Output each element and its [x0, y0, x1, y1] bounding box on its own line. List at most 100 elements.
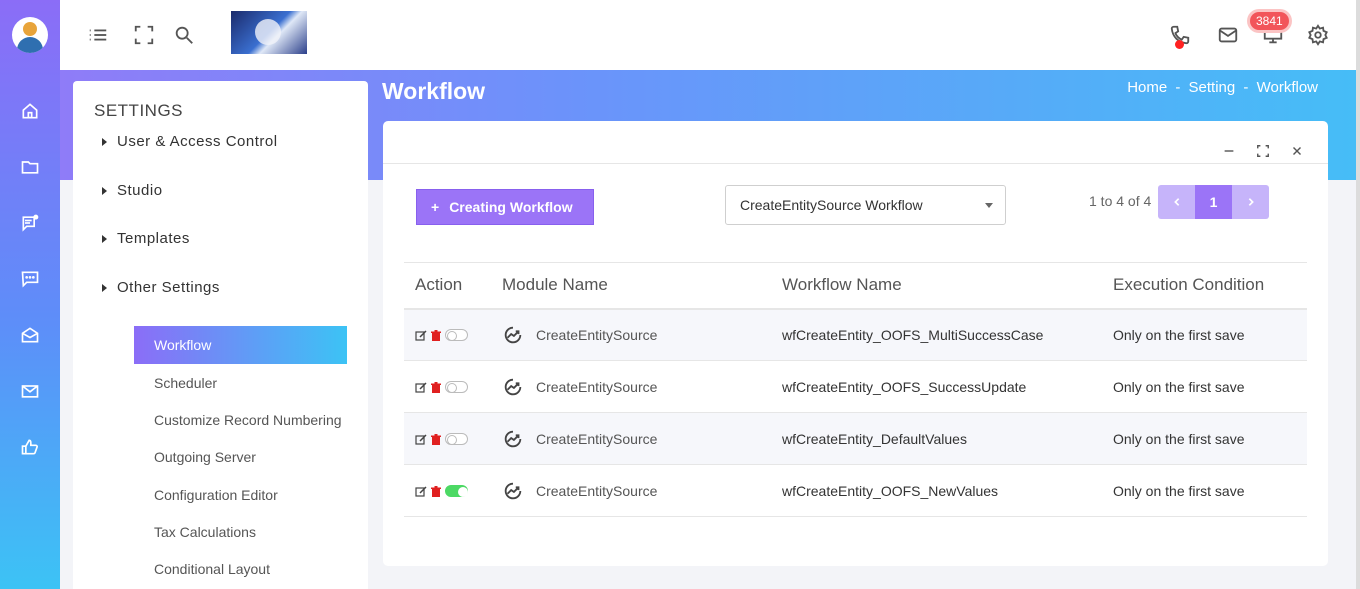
table-row: CreateEntitySource wfCreateEntity_OOFS_N… — [404, 464, 1307, 517]
settings-item-configuration-editor[interactable]: Configuration Editor — [134, 476, 347, 514]
folder-icon[interactable] — [19, 156, 41, 178]
avatar[interactable] — [12, 17, 48, 53]
next-page-button[interactable] — [1232, 185, 1269, 219]
execution-condition: Only on the first save — [1102, 360, 1307, 413]
gear-icon[interactable] — [1306, 23, 1330, 47]
settings-panel: SETTINGS User & Access Control Studio Te… — [73, 81, 368, 589]
workflow-table: Action Module Name Workflow Name Executi… — [404, 262, 1307, 517]
row-actions — [404, 360, 491, 413]
breadcrumb-separator: - — [1175, 79, 1181, 96]
brand-logo[interactable] — [231, 11, 307, 54]
table-row: CreateEntitySource wfCreateEntity_OOFS_M… — [404, 308, 1307, 361]
settings-item-workflow[interactable]: Workflow — [134, 326, 347, 364]
module-cell: CreateEntitySource — [491, 412, 771, 465]
row-actions — [404, 412, 491, 465]
delete-icon[interactable] — [430, 485, 442, 497]
home-icon[interactable] — [19, 100, 41, 122]
workflow-trend-icon — [502, 376, 524, 398]
top-bar: 3841 — [60, 0, 1360, 70]
chat-icon[interactable] — [19, 268, 41, 290]
page-title: Workflow — [382, 78, 486, 104]
workflow-trend-icon — [502, 428, 524, 450]
menu-icon[interactable] — [86, 23, 110, 47]
edit-icon[interactable] — [415, 381, 427, 393]
settings-title: SETTINGS — [94, 101, 184, 120]
workflow-select[interactable]: CreateEntitySource Workflow — [725, 185, 1006, 225]
row-actions — [404, 308, 491, 361]
column-header-action: Action — [404, 262, 491, 310]
workflow-toggle[interactable] — [445, 380, 468, 393]
workflow-toggle[interactable] — [445, 328, 468, 341]
edit-icon[interactable] — [415, 433, 427, 445]
breadcrumb-setting[interactable]: Setting — [1189, 79, 1236, 96]
delete-icon[interactable] — [430, 381, 442, 393]
expand-icon[interactable] — [1255, 143, 1271, 159]
caret-down-icon — [985, 203, 993, 208]
module-cell: CreateEntitySource — [491, 464, 771, 517]
mail-icon[interactable] — [1216, 23, 1240, 47]
row-actions — [404, 464, 491, 517]
module-name[interactable]: CreateEntitySource — [536, 483, 657, 499]
page-button[interactable]: 1 — [1195, 185, 1232, 219]
workflow-name[interactable]: wfCreateEntity_OOFS_MultiSuccessCase — [771, 308, 1102, 361]
prev-page-button[interactable] — [1158, 185, 1195, 219]
settings-item-record-numbering[interactable]: Customize Record Numbering — [134, 401, 347, 439]
module-cell: CreateEntitySource — [491, 308, 771, 361]
settings-category-user-access[interactable]: User & Access Control — [102, 133, 278, 150]
settings-item-outgoing-server[interactable]: Outgoing Server — [134, 438, 347, 476]
module-cell: CreateEntitySource — [491, 360, 771, 413]
table-row: CreateEntitySource wfCreateEntity_OOFS_S… — [404, 360, 1307, 413]
chevron-left-icon — [1173, 198, 1179, 206]
plus-icon: + — [431, 199, 440, 215]
column-header-module[interactable]: Module Name — [491, 262, 771, 310]
close-icon[interactable] — [1289, 143, 1305, 159]
breadcrumb-home[interactable]: Home — [1127, 79, 1167, 96]
phone-status-dot — [1175, 40, 1184, 49]
search-icon[interactable] — [172, 23, 196, 47]
workflow-card: + Creating Workflow CreateEntitySource W… — [383, 121, 1328, 566]
module-name[interactable]: CreateEntitySource — [536, 431, 657, 447]
execution-condition: Only on the first save — [1102, 412, 1307, 465]
settings-item-scheduler[interactable]: Scheduler — [134, 364, 347, 402]
workflow-toggle[interactable] — [445, 484, 468, 497]
delete-icon[interactable] — [430, 433, 442, 445]
edit-icon[interactable] — [415, 485, 427, 497]
thumbs-up-icon[interactable] — [19, 436, 41, 458]
breadcrumb-separator: - — [1243, 79, 1249, 96]
create-workflow-label: Creating Workflow — [449, 199, 573, 215]
workflow-select-value: CreateEntitySource Workflow — [740, 197, 923, 213]
edit-icon[interactable] — [415, 329, 427, 341]
settings-item-conditional-layout[interactable]: Conditional Layout — [134, 550, 347, 588]
chevron-right-icon — [1248, 198, 1254, 206]
settings-category-templates[interactable]: Templates — [102, 230, 190, 247]
table-row: CreateEntitySource wfCreateEntity_Defaul… — [404, 412, 1307, 465]
delete-icon[interactable] — [430, 329, 442, 341]
module-name[interactable]: CreateEntitySource — [536, 379, 657, 395]
workflow-name[interactable]: wfCreateEntity_OOFS_SuccessUpdate — [771, 360, 1102, 413]
fullscreen-icon[interactable] — [132, 23, 156, 47]
left-rail — [0, 0, 60, 589]
settings-item-tax-calculations[interactable]: Tax Calculations — [134, 513, 347, 551]
minimize-icon[interactable] — [1221, 143, 1237, 159]
notification-badge: 3841 — [1250, 12, 1289, 30]
notes-icon[interactable] — [19, 212, 41, 234]
settings-category-studio[interactable]: Studio — [102, 182, 163, 199]
create-workflow-button[interactable]: + Creating Workflow — [416, 189, 594, 225]
workflow-toggle[interactable] — [445, 432, 468, 445]
workflow-trend-icon — [502, 324, 524, 346]
mail-open-icon[interactable] — [19, 324, 41, 346]
execution-condition: Only on the first save — [1102, 464, 1307, 517]
workflow-name[interactable]: wfCreateEntity_DefaultValues — [771, 412, 1102, 465]
workflow-name[interactable]: wfCreateEntity_OOFS_NewValues — [771, 464, 1102, 517]
column-header-workflow[interactable]: Workflow Name — [771, 262, 1102, 310]
pager-info: 1 to 4 of 4 — [1089, 193, 1152, 209]
scrollbar[interactable] — [1356, 0, 1360, 589]
breadcrumb-workflow: Workflow — [1256, 79, 1318, 96]
settings-category-other[interactable]: Other Settings — [102, 279, 220, 296]
breadcrumb: Home - Setting - Workflow — [1125, 79, 1320, 96]
mail-icon[interactable] — [19, 380, 41, 402]
execution-condition: Only on the first save — [1102, 308, 1307, 361]
card-divider — [383, 163, 1328, 164]
column-header-condition[interactable]: Execution Condition — [1102, 262, 1307, 310]
module-name[interactable]: CreateEntitySource — [536, 327, 657, 343]
